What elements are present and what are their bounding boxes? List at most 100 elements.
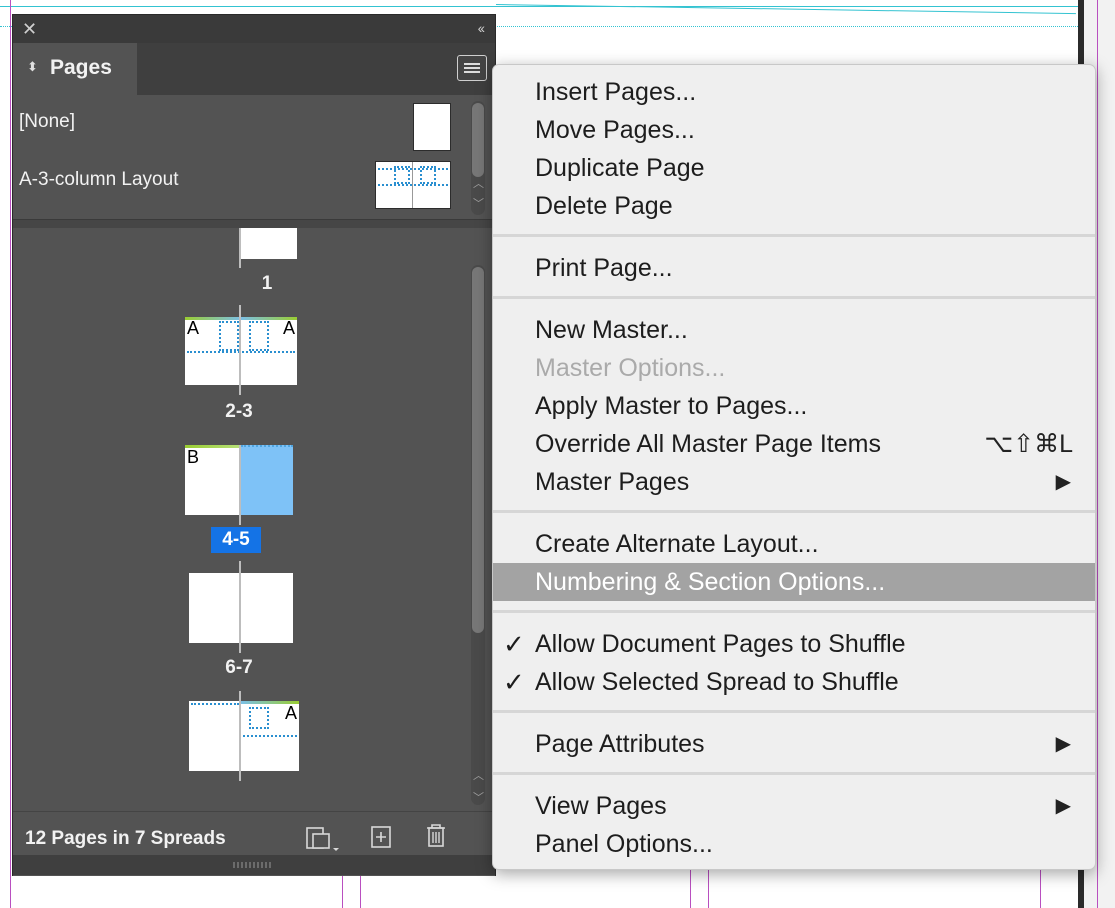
text-frame-guide [187,351,295,353]
menu-item-master-options: Master Options... [493,349,1095,387]
collapse-icon[interactable]: ‹‹ [478,20,485,36]
pages-panel: ✕ ‹‹ ⬍ Pages [None] A-3-column Layout ︿ … [12,14,497,876]
text-frame-guide [191,703,239,705]
column-guide [360,876,361,908]
menu-item-new-master[interactable]: New Master... [493,311,1095,349]
menu-icon [464,67,480,69]
menu-item-label: Panel Options... [535,830,713,858]
menu-item-view-pages[interactable]: View Pages ▶ [493,787,1095,825]
menu-item-apply-master-to-pages[interactable]: Apply Master to Pages... [493,387,1095,425]
margin-guide [1097,0,1098,908]
menu-item-insert-pages[interactable]: Insert Pages... [493,73,1095,111]
text-frame-guide [378,168,448,170]
master-thumbnail-none[interactable] [413,103,451,151]
keyboard-shortcut: ⌥⇧⌘L [984,430,1073,458]
menu-item-label: Master Pages [535,468,690,496]
spine-line [239,228,241,268]
text-frame-guide [378,184,448,186]
scroll-down-arrow-icon[interactable]: ﹀ [473,195,484,211]
menu-item-label: Page Attributes [535,730,705,758]
master-letter: A [283,318,296,338]
menu-item-print-page[interactable]: Print Page... [493,249,1095,287]
spine-line [239,561,241,653]
scrollbar-thumb[interactable] [472,267,484,633]
text-frame-guide [249,321,269,351]
pages-scrollbar[interactable] [471,265,485,805]
menu-item-move-pages[interactable]: Move Pages... [493,111,1095,149]
menu-item-panel-options[interactable]: Panel Options... [493,825,1095,863]
page-thumbnail[interactable] [189,573,293,643]
menu-item-allow-selected-spread-to-shuffle[interactable]: ✓ Allow Selected Spread to Shuffle [493,663,1095,701]
checkmark-icon: ✓ [503,667,525,697]
spread-label[interactable]: 6-7 [199,657,279,679]
menu-separator [493,510,1095,513]
menu-item-master-pages[interactable]: Master Pages ▶ [493,463,1095,501]
tab-pages[interactable]: ⬍ Pages [13,43,137,95]
submenu-arrow-icon: ▶ [1055,795,1071,817]
menu-item-label: New Master... [535,316,688,344]
menu-item-label: View Pages [535,792,667,820]
master-letter: A [187,318,200,338]
text-frame-guide [243,735,297,737]
menu-item-create-alternate-layout[interactable]: Create Alternate Layout... [493,525,1095,563]
spread-label-selected[interactable]: 4-5 [211,527,261,553]
panel-context-menu: Insert Pages... Move Pages... Duplicate Pa… [492,64,1096,870]
master-label: A-3-column Layout [19,169,179,190]
guide-line [0,6,1078,7]
panel-divider[interactable] [13,219,497,228]
submenu-arrow-icon: ▶ [1055,733,1071,755]
page-thumbnail-selected[interactable] [241,445,293,515]
menu-item-duplicate-page[interactable]: Duplicate Page [493,149,1095,187]
menu-icon [464,71,480,73]
resize-grip-icon[interactable] [233,862,273,868]
menu-item-numbering-section-options[interactable]: Numbering & Section Options... [493,563,1095,601]
masters-section: [None] A-3-column Layout ︿ ﹀ [13,95,485,219]
menu-separator [493,772,1095,775]
column-guide [708,868,709,908]
menu-item-page-attributes[interactable]: Page Attributes ▶ [493,725,1095,763]
panel-title-bar[interactable]: ✕ ‹‹ [13,15,495,43]
close-icon[interactable]: ✕ [22,19,37,39]
master-thumbnail-a[interactable] [375,161,451,209]
spine-line [239,691,241,781]
menu-item-label: Master Options... [535,354,726,382]
menu-item-label: Print Page... [535,254,673,282]
menu-item-label: Override All Master Page Items [535,430,881,458]
scroll-up-arrow-icon[interactable]: ︿ [473,767,484,783]
menu-item-label: Allow Document Pages to Shuffle [535,630,906,658]
master-label: [None] [19,111,75,132]
panel-menu-button[interactable] [457,55,487,81]
text-frame-guide [420,166,436,184]
text-frame-guide [394,166,410,184]
master-item-a[interactable]: A-3-column Layout [19,169,178,191]
new-page-icon[interactable] [369,824,395,850]
menu-separator [493,296,1095,299]
page-thumbnail[interactable] [241,228,297,259]
menu-item-label: Insert Pages... [535,78,697,106]
submenu-arrow-icon: ▶ [1055,471,1071,493]
column-guide [342,876,343,908]
edit-page-size-icon[interactable] [303,824,343,854]
menu-item-override-all-master-page-items[interactable]: Override All Master Page Items ⌥⇧⌘L [493,425,1095,463]
spread-label[interactable]: 2-3 [199,401,279,423]
master-item-none[interactable]: [None] [19,111,75,133]
menu-item-label: Duplicate Page [535,154,705,182]
menu-item-allow-document-pages-to-shuffle[interactable]: ✓ Allow Document Pages to Shuffle [493,625,1095,663]
trash-icon[interactable] [423,822,449,850]
menu-separator [493,710,1095,713]
master-letter: B [187,447,200,467]
text-frame-guide [241,445,293,447]
menu-item-label: Delete Page [535,192,673,220]
menu-item-label: Create Alternate Layout... [535,530,819,558]
menu-item-delete-page[interactable]: Delete Page [493,187,1095,225]
page-count-label: 12 Pages in 7 Spreads [25,828,226,849]
tab-pages-label: Pages [50,56,112,79]
menu-item-label: Numbering & Section Options... [535,568,886,596]
text-frame-guide [249,707,269,729]
menu-icon [464,63,480,65]
scroll-up-arrow-icon[interactable]: ︿ [473,175,484,191]
spread-label[interactable]: 1 [227,273,307,295]
scrollbar-thumb[interactable] [472,103,484,177]
spine-line [239,305,241,395]
scroll-down-arrow-icon[interactable]: ﹀ [473,789,484,805]
